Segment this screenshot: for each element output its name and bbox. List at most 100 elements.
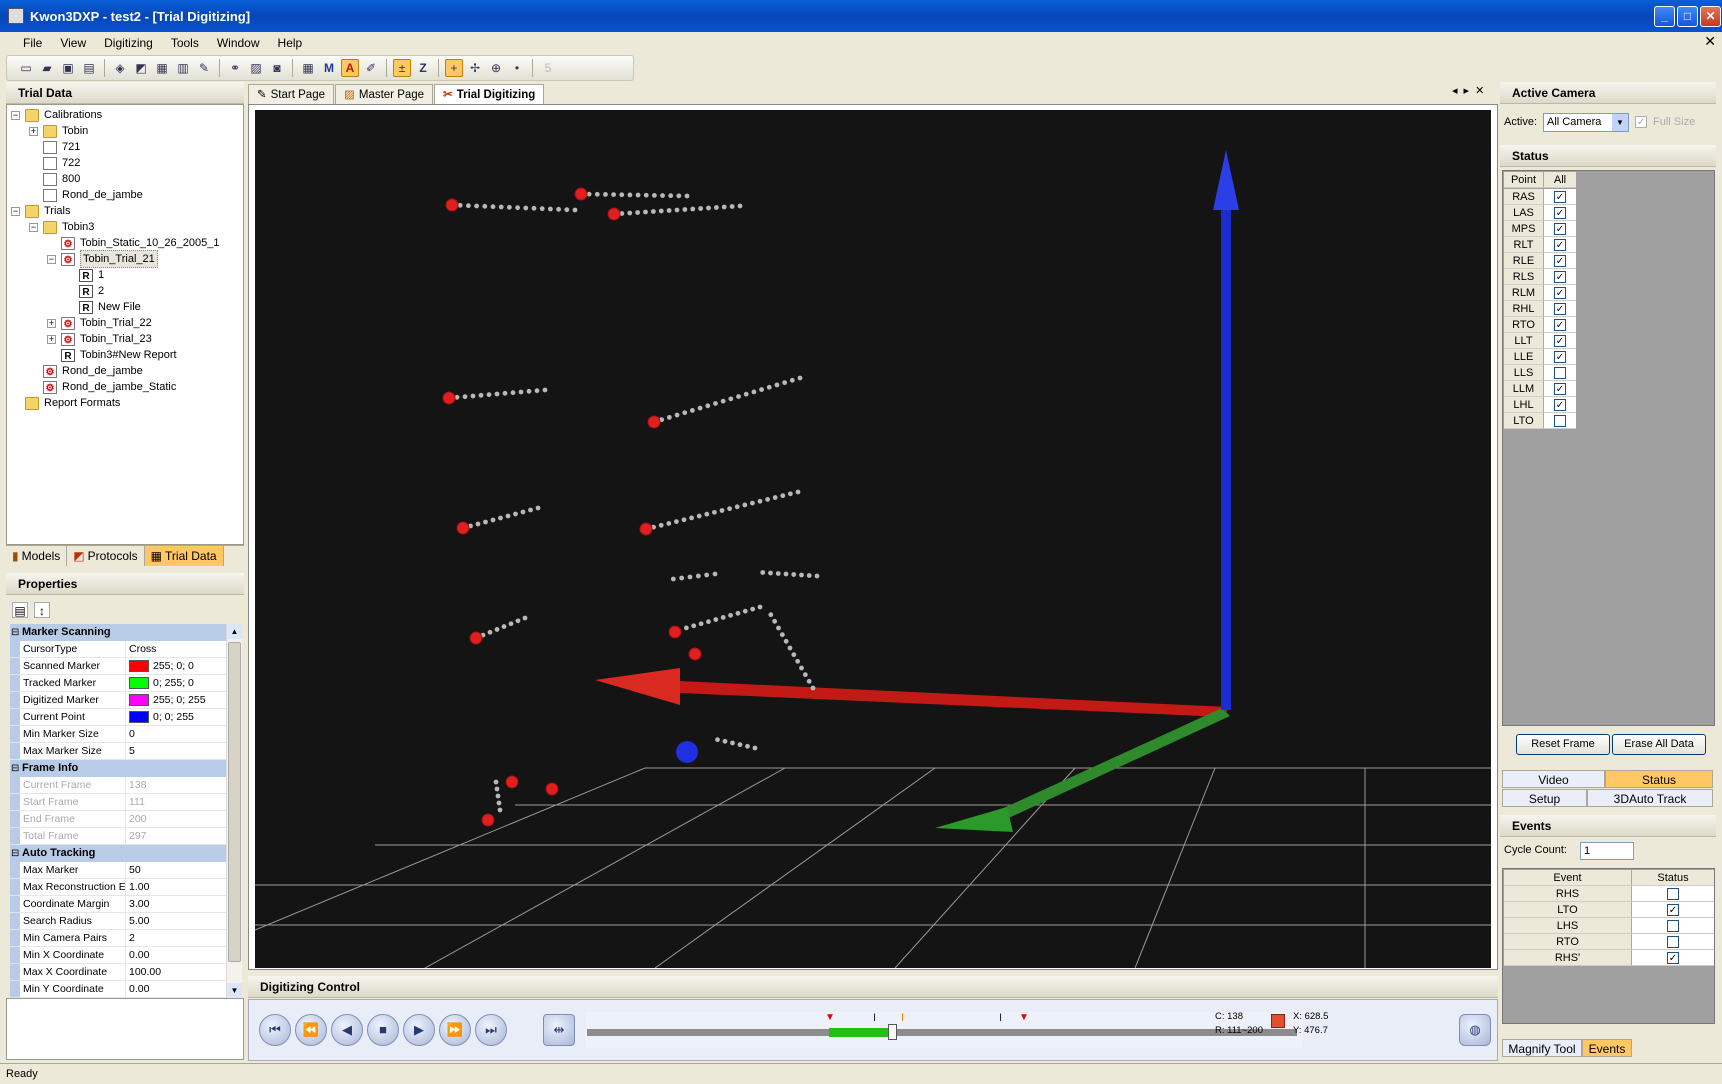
- 3d-scene[interactable]: [254, 110, 1491, 969]
- timeline-thumb[interactable]: [888, 1024, 897, 1040]
- property-row[interactable]: Min X Coordinate 0.00: [10, 947, 240, 964]
- property-row[interactable]: Max X Coordinate 100.00: [10, 964, 240, 981]
- tree-expander[interactable]: +: [47, 335, 56, 344]
- next-tab-icon[interactable]: ▸: [1464, 84, 1470, 97]
- property-row[interactable]: Max Marker 50: [10, 862, 240, 879]
- property-row[interactable]: Tracked Marker 0; 255; 0: [10, 675, 240, 692]
- point-checkbox[interactable]: ✓: [1554, 318, 1566, 331]
- tree-item[interactable]: 721: [43, 139, 80, 155]
- property-value[interactable]: 0; 0; 255: [126, 709, 240, 725]
- tree-expander[interactable]: +: [29, 127, 38, 136]
- protocol-icon[interactable]: ◩: [132, 59, 150, 77]
- property-value[interactable]: 3.00: [126, 896, 240, 912]
- target-icon[interactable]: ⊕: [487, 59, 505, 77]
- first-frame-button[interactable]: ⏮: [259, 1014, 291, 1046]
- menu-digitizing[interactable]: Digitizing: [95, 36, 162, 50]
- property-value[interactable]: 297: [126, 828, 240, 844]
- full-size-checkbox[interactable]: ✓: [1635, 116, 1648, 128]
- property-value[interactable]: 0.00: [126, 947, 240, 963]
- tree-item[interactable]: Report Formats: [25, 395, 120, 411]
- auto-mode-icon[interactable]: A: [341, 59, 359, 77]
- menu-tools[interactable]: Tools: [162, 36, 208, 50]
- property-value[interactable]: 138: [126, 777, 240, 793]
- tree-expander[interactable]: −: [11, 207, 20, 216]
- active-camera-select[interactable]: All Camera ▼: [1543, 112, 1630, 132]
- tree-expander[interactable]: −: [29, 223, 38, 232]
- event-checkbox[interactable]: [1667, 935, 1679, 948]
- menu-file[interactable]: File: [14, 36, 51, 50]
- tab-events[interactable]: Events: [1582, 1039, 1632, 1057]
- all-column-header[interactable]: All: [1544, 172, 1576, 188]
- master-icon[interactable]: ▨: [247, 59, 265, 77]
- reset-frame-button[interactable]: Reset Frame: [1516, 734, 1610, 755]
- tab-models[interactable]: ▮ Models: [6, 546, 68, 566]
- property-value[interactable]: Cross: [126, 641, 240, 657]
- step-back-button[interactable]: ⏪: [295, 1014, 327, 1046]
- tree-item[interactable]: ⚙ Tobin_Trial_22: [61, 315, 152, 331]
- property-row[interactable]: Digitized Marker 255; 0; 255: [10, 692, 240, 709]
- tab-trial-data[interactable]: ▦ Trial Data: [144, 546, 224, 566]
- prev-tab-icon[interactable]: ◂: [1452, 84, 1458, 97]
- tree-item[interactable]: ⚙ Rond_de_jambe: [43, 363, 143, 379]
- property-row[interactable]: CursorType Cross: [10, 641, 240, 658]
- mdi-close-icon[interactable]: ✕: [1704, 33, 1716, 50]
- property-scrollbar[interactable]: ▲ ▼: [226, 624, 242, 998]
- property-row[interactable]: Total Frame 297: [10, 828, 240, 845]
- pencil-icon[interactable]: ✐: [362, 59, 380, 77]
- magnifier-icon[interactable]: ◍: [1459, 1014, 1491, 1046]
- property-value[interactable]: 0; 255; 0: [126, 675, 240, 691]
- tab-magnify-tool[interactable]: Magnify Tool: [1502, 1039, 1582, 1057]
- property-row[interactable]: Coordinate Margin 3.00: [10, 896, 240, 913]
- grid-icon[interactable]: ▦: [299, 59, 317, 77]
- stop-button[interactable]: ■: [367, 1014, 399, 1046]
- open-folder-icon[interactable]: ▰: [38, 59, 56, 77]
- scroll-up-icon[interactable]: ▲: [227, 624, 242, 639]
- event-checkbox[interactable]: ✓: [1667, 951, 1679, 964]
- cycle-count-input[interactable]: 1: [1580, 842, 1634, 860]
- property-value[interactable]: 0.00: [126, 981, 240, 997]
- tree-item[interactable]: R2: [79, 283, 104, 299]
- event-checkbox[interactable]: ✓: [1667, 903, 1679, 916]
- point-checkbox[interactable]: ✓: [1554, 254, 1566, 267]
- tab-start-page[interactable]: ✎ Start Page: [248, 84, 334, 104]
- property-row[interactable]: End Frame 200: [10, 811, 240, 828]
- property-category[interactable]: Frame Info: [10, 760, 240, 777]
- point-checkbox[interactable]: ✓: [1554, 398, 1566, 411]
- tab-trial-digitizing[interactable]: ✂ Trial Digitizing: [434, 84, 545, 104]
- range-end-marker-icon[interactable]: ▼: [1019, 1012, 1029, 1023]
- property-value[interactable]: 5: [126, 743, 240, 759]
- property-value[interactable]: 2: [126, 930, 240, 946]
- property-category[interactable]: Auto Tracking: [10, 845, 240, 862]
- last-frame-button[interactable]: ⏭: [475, 1014, 507, 1046]
- property-value[interactable]: 255; 0; 255: [126, 692, 240, 708]
- event-checkbox[interactable]: [1667, 887, 1679, 900]
- point-checkbox[interactable]: ✓: [1554, 350, 1566, 363]
- property-value[interactable]: 200: [126, 811, 240, 827]
- point-checkbox[interactable]: ✓: [1554, 382, 1566, 395]
- categorized-icon[interactable]: ▤: [12, 602, 28, 618]
- point-checkbox[interactable]: [1554, 414, 1566, 427]
- close-tab-icon[interactable]: ✕: [1475, 84, 1484, 97]
- model-icon[interactable]: ◈: [111, 59, 129, 77]
- point-checkbox[interactable]: ✓: [1554, 238, 1566, 251]
- menu-view[interactable]: View: [51, 36, 95, 50]
- close-button[interactable]: ✕: [1700, 6, 1721, 27]
- tree-item[interactable]: ⚙ Rond_de_jambe_Static: [43, 379, 176, 395]
- point-checkbox[interactable]: ✓: [1554, 270, 1566, 283]
- film-icon[interactable]: ▦: [153, 59, 171, 77]
- link-icon[interactable]: ⚭: [226, 59, 244, 77]
- property-row[interactable]: Start Frame 111: [10, 794, 240, 811]
- property-row[interactable]: Min Camera Pairs 2: [10, 930, 240, 947]
- property-row[interactable]: Current Point 0; 0; 255: [10, 709, 240, 726]
- tab-status[interactable]: Status: [1605, 770, 1713, 788]
- tab-setup[interactable]: Setup: [1502, 789, 1587, 807]
- report-icon[interactable]: ▥: [174, 59, 192, 77]
- tree-expander[interactable]: +: [47, 319, 56, 328]
- sort-alpha-icon[interactable]: ↕: [34, 602, 50, 618]
- scroll-thumb[interactable]: [228, 642, 241, 962]
- frame-timeline[interactable]: ▼ ▼ I I I: [585, 1012, 1303, 1048]
- tree-item[interactable]: Rond_de_jambe: [43, 187, 143, 203]
- play-reverse-button[interactable]: ◀: [331, 1014, 363, 1046]
- property-row[interactable]: Min Y Coordinate 0.00: [10, 981, 240, 998]
- property-row[interactable]: Min Marker Size 0: [10, 726, 240, 743]
